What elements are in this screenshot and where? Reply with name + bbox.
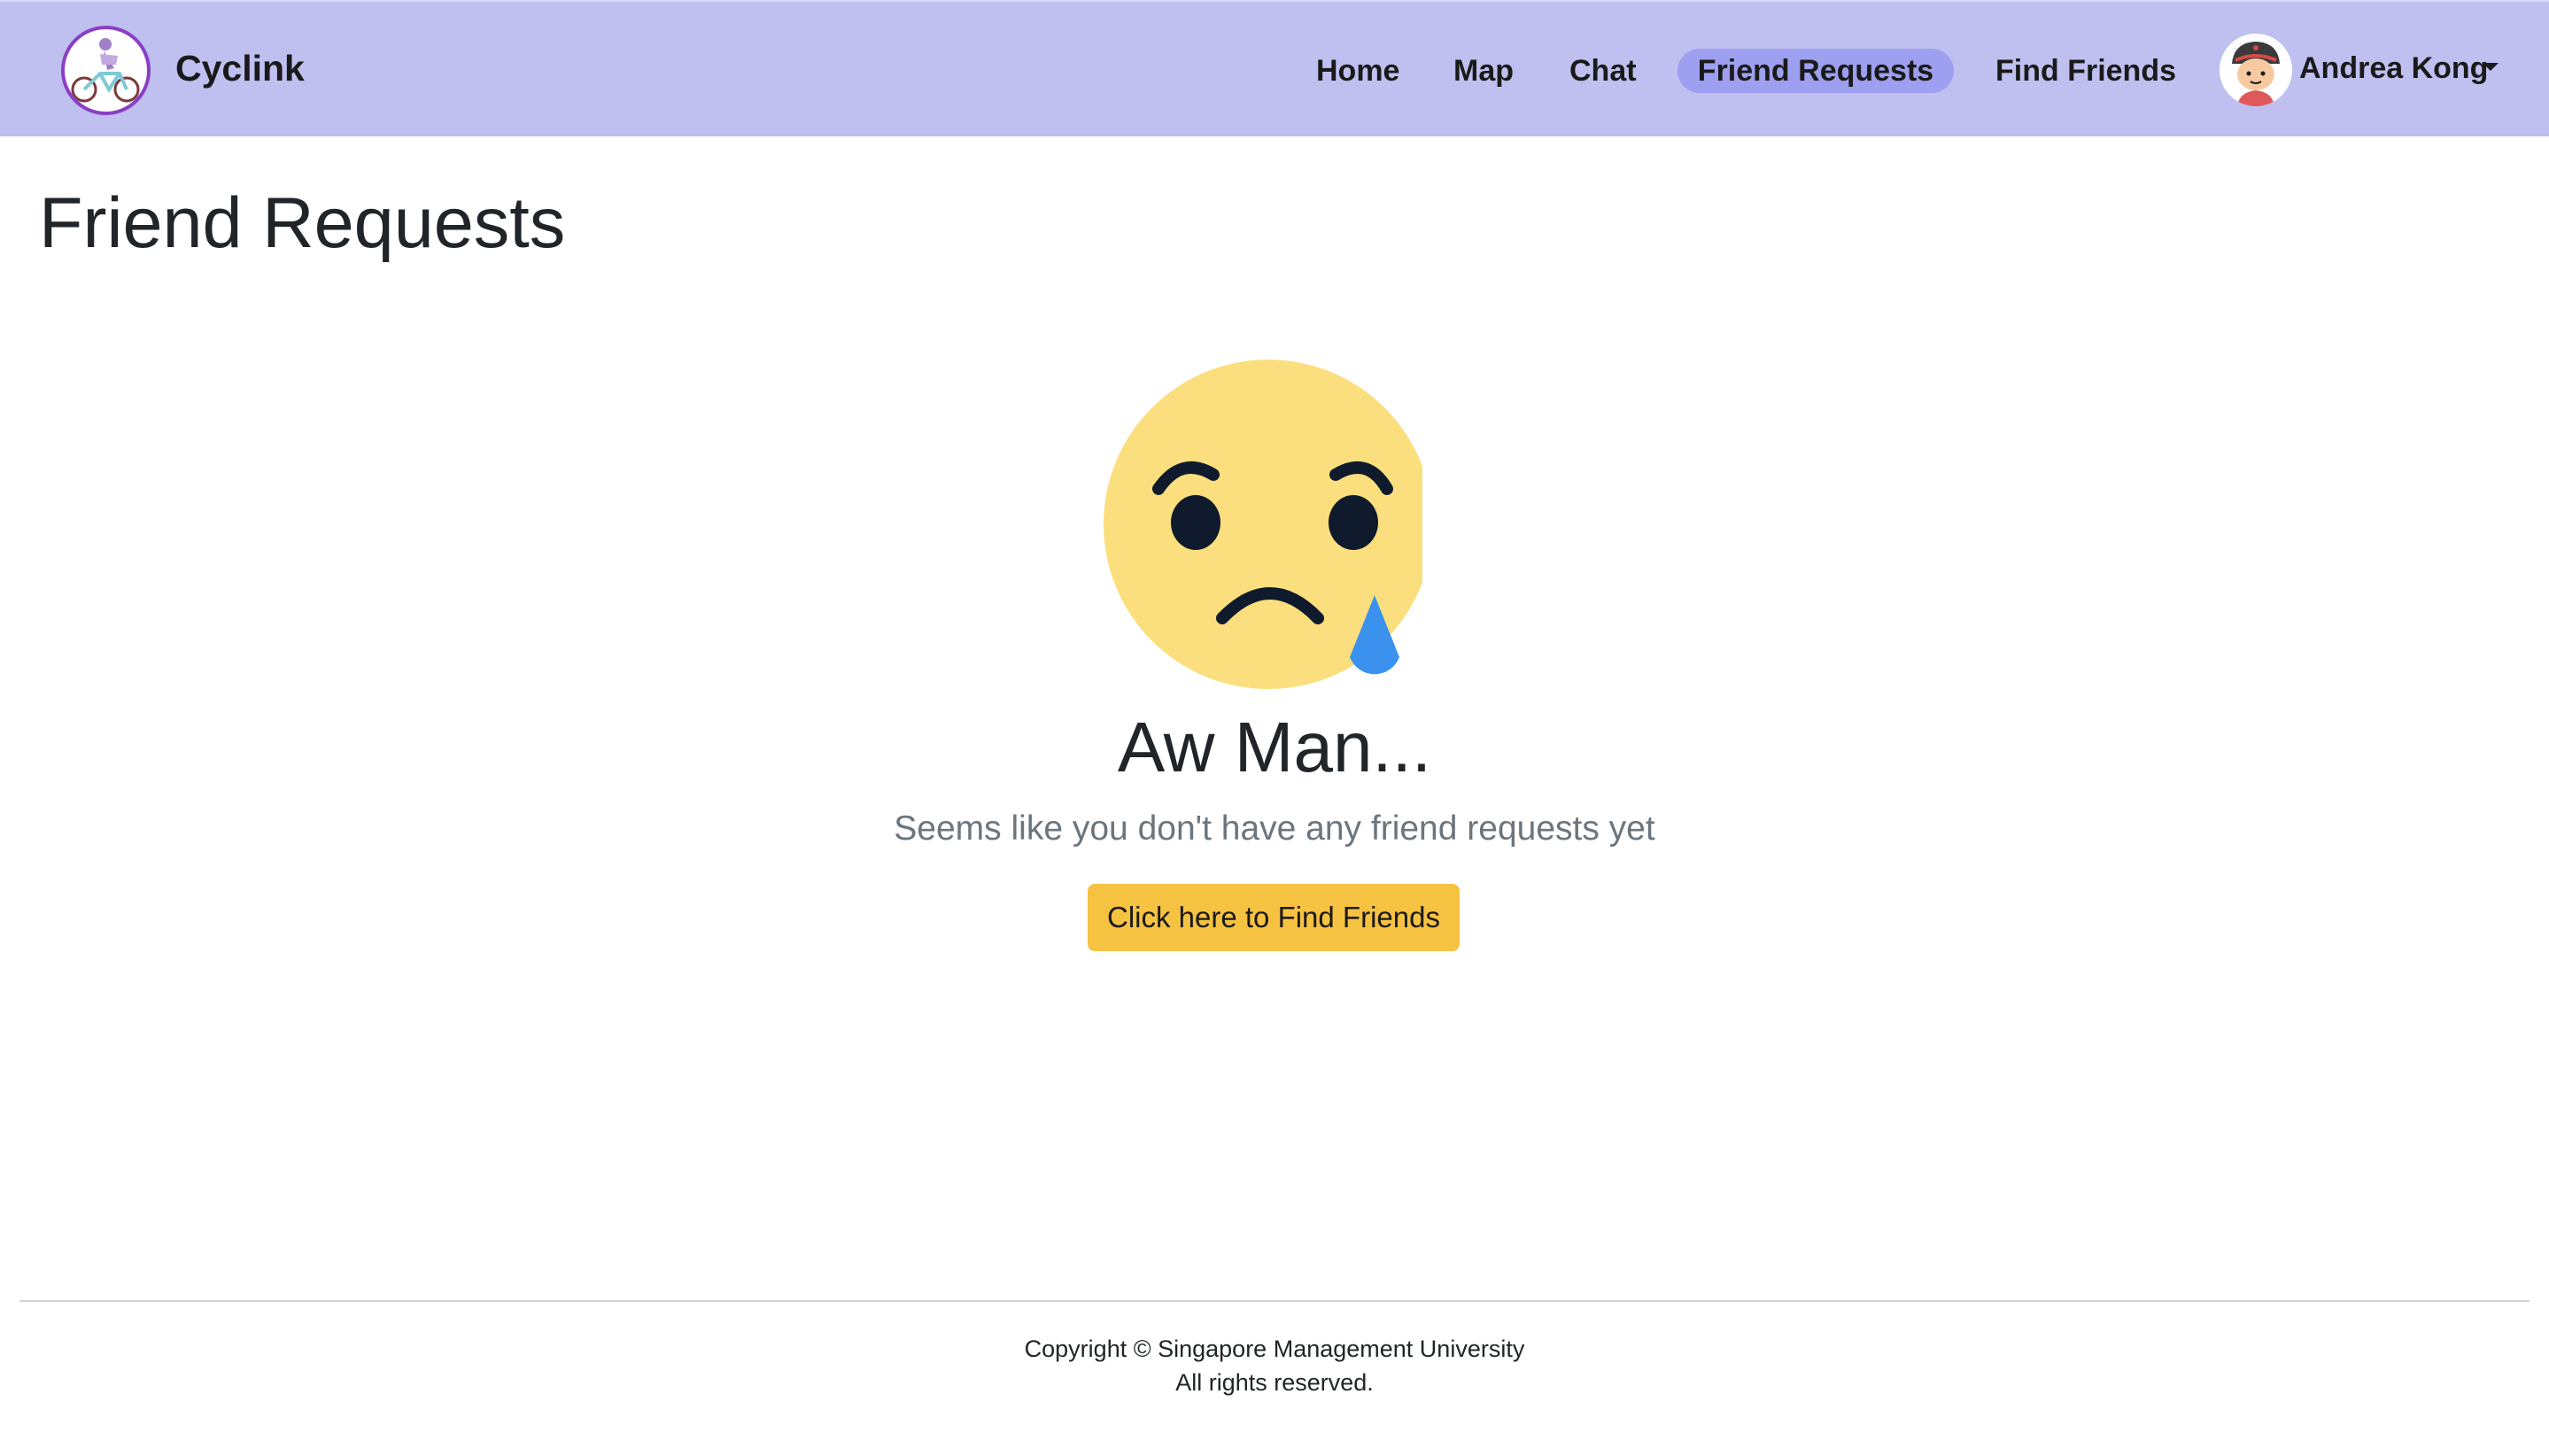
nav-chat[interactable]: Chat xyxy=(1569,49,1637,93)
avatar xyxy=(2220,34,2292,106)
nav-find-friends[interactable]: Find Friends xyxy=(1995,49,2176,93)
chevron-down-icon[interactable] xyxy=(2483,63,2499,71)
user-name[interactable]: Andrea Kong xyxy=(2299,49,2488,88)
nav-friend-requests[interactable]: Friend Requests xyxy=(1677,49,1954,93)
find-friends-button[interactable]: Click here to Find Friends xyxy=(1088,884,1460,951)
crying-face-icon xyxy=(1104,356,1433,701)
top-navbar: Cyclink Home Map Chat Friend Requests Fi… xyxy=(0,0,2549,136)
footer-copyright: Copyright © Singapore Management Univers… xyxy=(1024,1336,1525,1362)
page-title: Friend Requests xyxy=(39,183,566,263)
empty-state-subtext: Seems like you don't have any friend req… xyxy=(894,809,1655,848)
nav-home[interactable]: Home xyxy=(1316,49,1399,93)
empty-state-heading: Aw Man... xyxy=(1117,708,1432,786)
brand-name[interactable]: Cyclink xyxy=(175,46,305,90)
footer-divider xyxy=(19,1300,2530,1302)
nav-map[interactable]: Map xyxy=(1453,49,1514,93)
footer-rights: All rights reserved. xyxy=(1175,1369,1374,1396)
cyclink-logo-icon[interactable] xyxy=(61,26,151,115)
